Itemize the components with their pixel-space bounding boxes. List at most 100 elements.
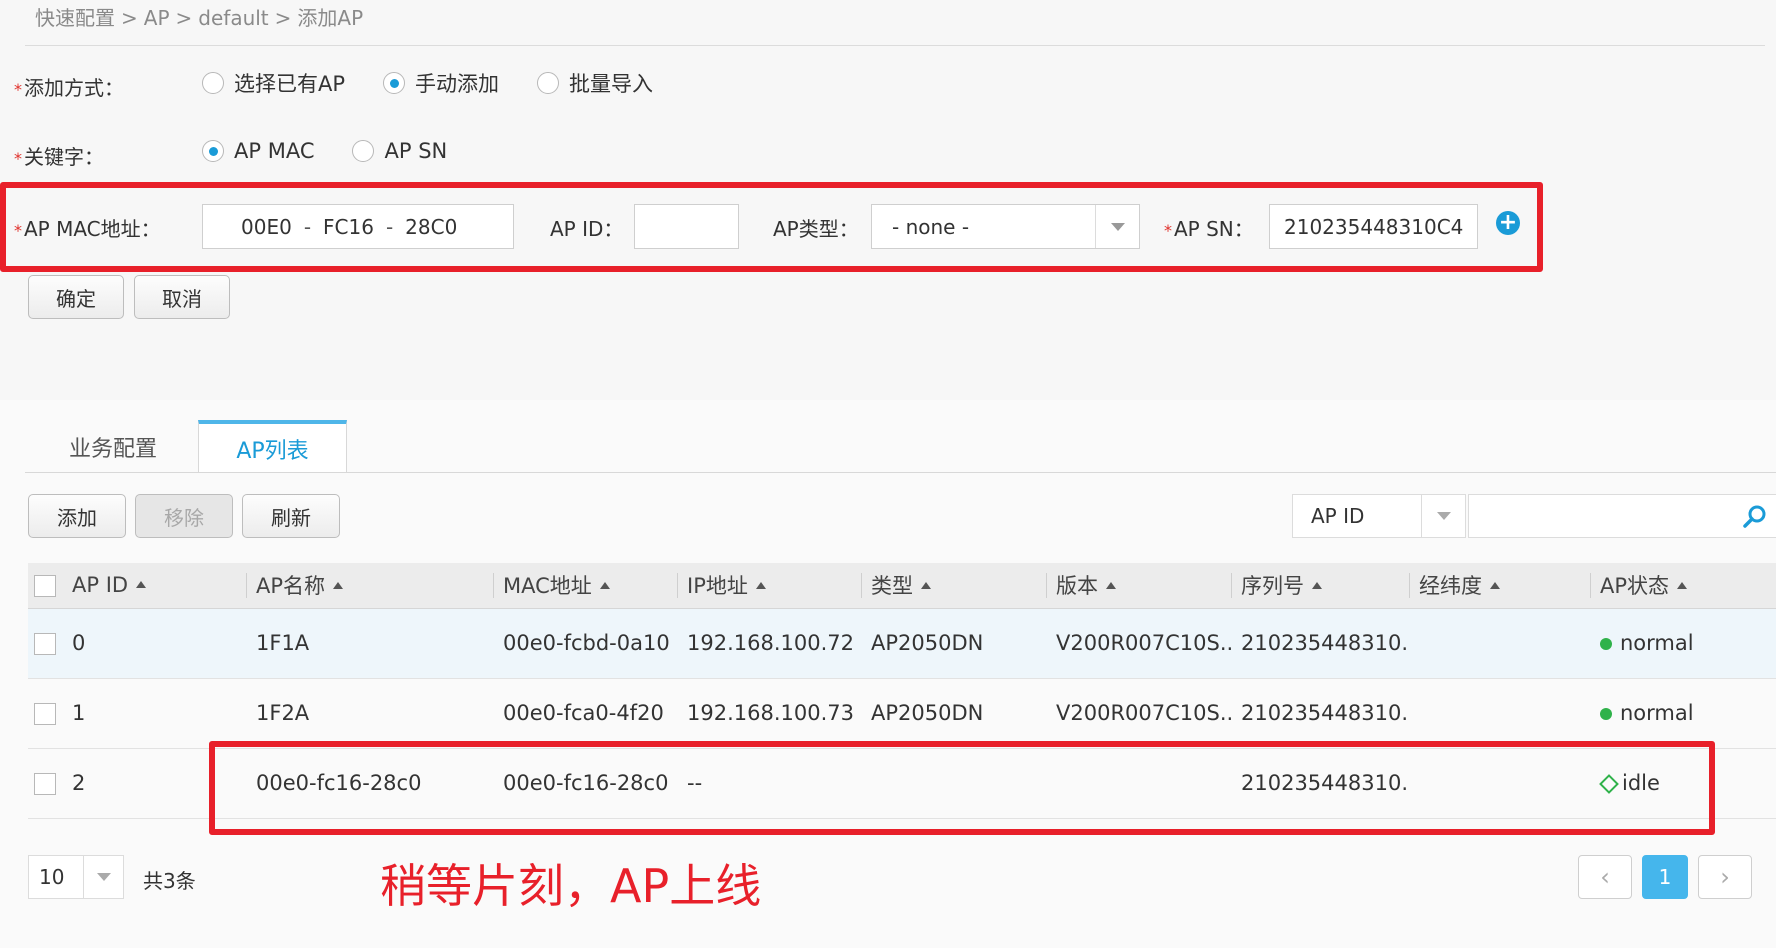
search-field-value: AP ID	[1311, 504, 1365, 528]
table-header-row: AP ID AP名称 MAC地址 IP地址 类型 版本 序列号 经纬度 AP状态	[28, 563, 1776, 609]
row-checkbox[interactable]	[34, 773, 56, 795]
ap-sn-label-text: AP SN：	[1174, 217, 1254, 241]
sort-asc-icon[interactable]	[921, 581, 931, 589]
breadcrumb-separator: >	[175, 6, 193, 30]
sort-asc-icon[interactable]	[333, 581, 344, 589]
chevron-down-icon[interactable]	[1421, 495, 1465, 537]
next-page-icon[interactable]: ›	[1698, 855, 1752, 899]
column-header-type[interactable]: 类型	[861, 563, 1046, 609]
column-header-geo[interactable]: 经纬度	[1409, 563, 1590, 609]
ap-sn-input[interactable]: 210235448310C4	[1269, 204, 1478, 249]
cell-ap-name: 1F1A	[246, 608, 493, 679]
breadcrumb-item-add-ap: 添加AP	[297, 6, 364, 30]
chevron-down-icon[interactable]	[83, 856, 123, 898]
radio-icon[interactable]	[352, 140, 375, 162]
status-online-icon	[1600, 708, 1612, 720]
cell-type: AP2050DN	[861, 608, 1046, 679]
sort-asc-icon[interactable]	[599, 581, 610, 589]
page-size-select[interactable]: 10	[28, 855, 124, 899]
keyword-radio-group: AP MAC AP SN	[202, 139, 485, 163]
radio-icon[interactable]	[537, 72, 560, 94]
sort-asc-icon[interactable]	[1106, 581, 1116, 589]
required-mark: *	[14, 80, 22, 99]
prev-page-icon[interactable]: ‹	[1578, 855, 1632, 899]
cell-version: V200R007C10S...	[1046, 608, 1231, 679]
sort-asc-icon[interactable]	[1490, 581, 1500, 589]
chevron-down-icon[interactable]	[1095, 205, 1139, 248]
cancel-button[interactable]: 取消	[134, 275, 230, 319]
radio-label: AP SN	[384, 139, 448, 163]
divider	[25, 45, 1765, 46]
radio-manual-add[interactable]: 手动添加	[383, 68, 499, 98]
sort-asc-icon[interactable]	[136, 580, 147, 588]
tab-service-config[interactable]: 业务配置	[28, 421, 198, 473]
search-field-select[interactable]: AP ID	[1292, 494, 1466, 538]
column-header-version[interactable]: 版本	[1046, 563, 1231, 609]
radio-checked-icon[interactable]	[383, 72, 406, 94]
select-all-checkbox[interactable]	[34, 575, 56, 598]
row-checkbox[interactable]	[34, 703, 56, 725]
table-row[interactable]: 1 1F2A 00e0-fca0-4f20 192.168.100.73 AP2…	[28, 678, 1776, 749]
status-text: normal	[1620, 631, 1694, 655]
radio-select-existing[interactable]: 选择已有AP	[202, 68, 345, 98]
cell-serial: 210235448310...	[1231, 608, 1409, 679]
column-header-ap-name[interactable]: AP名称	[246, 563, 493, 609]
sort-asc-icon[interactable]	[1677, 581, 1688, 589]
column-header-mac[interactable]: MAC地址	[493, 563, 677, 609]
ap-type-select[interactable]: - none -	[871, 204, 1140, 249]
column-header-ap-id[interactable]: AP ID	[68, 563, 246, 609]
breadcrumb: 快速配置 > AP > default > 添加AP	[35, 2, 363, 31]
sort-asc-icon[interactable]	[755, 581, 766, 589]
radio-batch-import[interactable]: 批量导入	[537, 68, 653, 98]
ap-mac-input[interactable]: 00E0 - FC16 - 28C0	[202, 204, 514, 249]
radio-checked-icon[interactable]	[202, 140, 224, 162]
required-mark: *	[1164, 221, 1172, 240]
ap-mac-label: * AP MAC地址：	[14, 213, 161, 242]
cell-status: normal	[1590, 608, 1776, 679]
breadcrumb-separator: >	[274, 6, 292, 30]
required-mark: *	[14, 149, 22, 168]
radio-ap-mac[interactable]: AP MAC	[202, 139, 314, 163]
search-icon[interactable]	[1742, 503, 1768, 533]
cell-ap-id: 0	[68, 608, 246, 679]
mac-separator: -	[385, 214, 394, 239]
column-header-status[interactable]: AP状态	[1590, 563, 1776, 609]
breadcrumb-item-default[interactable]: default	[198, 6, 268, 30]
add-sn-plus-icon[interactable]: +	[1496, 211, 1520, 235]
row-checkbox[interactable]	[34, 633, 56, 655]
cell-ap-id: 1	[68, 678, 246, 749]
mac-segment-2[interactable]: FC16	[315, 215, 382, 239]
search-input[interactable]	[1468, 494, 1776, 538]
radio-label: 手动添加	[415, 72, 500, 96]
page-number-current[interactable]: 1	[1642, 855, 1688, 899]
add-mode-radio-group: 选择已有AP 手动添加 批量导入	[202, 68, 691, 98]
ap-id-input[interactable]	[634, 204, 739, 249]
required-mark: *	[14, 221, 22, 240]
ap-type-label: AP类型：	[773, 217, 859, 241]
ap-mac-label-text: AP MAC地址：	[24, 217, 161, 241]
refresh-button[interactable]: 刷新	[242, 494, 340, 538]
mac-segment-3[interactable]: 28C0	[397, 215, 465, 239]
column-header-serial[interactable]: 序列号	[1231, 563, 1409, 609]
table-row[interactable]: 0 1F1A 00e0-fcbd-0a10 192.168.100.72 AP2…	[28, 608, 1776, 679]
mac-segment-1[interactable]: 00E0	[233, 215, 300, 239]
remove-button[interactable]: 移除	[135, 494, 233, 538]
confirm-button[interactable]: 确定	[28, 275, 124, 319]
sort-asc-icon[interactable]	[1312, 581, 1322, 589]
add-button[interactable]: 添加	[28, 494, 126, 538]
ap-id-label: AP ID：	[550, 217, 624, 241]
breadcrumb-item-ap[interactable]: AP	[144, 6, 170, 30]
breadcrumb-item-quick-config[interactable]: 快速配置	[35, 6, 115, 30]
column-header-ip[interactable]: IP地址	[677, 563, 861, 609]
cell-type: AP2050DN	[861, 678, 1046, 749]
radio-label: 批量导入	[569, 72, 654, 96]
tab-ap-list[interactable]: AP列表	[198, 420, 347, 473]
cell-status: normal	[1590, 678, 1776, 749]
radio-ap-sn[interactable]: AP SN	[352, 139, 447, 163]
cell-ip: 192.168.100.73	[677, 678, 861, 749]
radio-icon[interactable]	[202, 72, 224, 94]
keyword-label: * 关键字：	[14, 141, 104, 170]
mac-separator: -	[303, 214, 312, 239]
cell-ap-name: 1F2A	[246, 678, 493, 749]
annotation-text: 稍等片刻，AP上线	[380, 859, 762, 913]
